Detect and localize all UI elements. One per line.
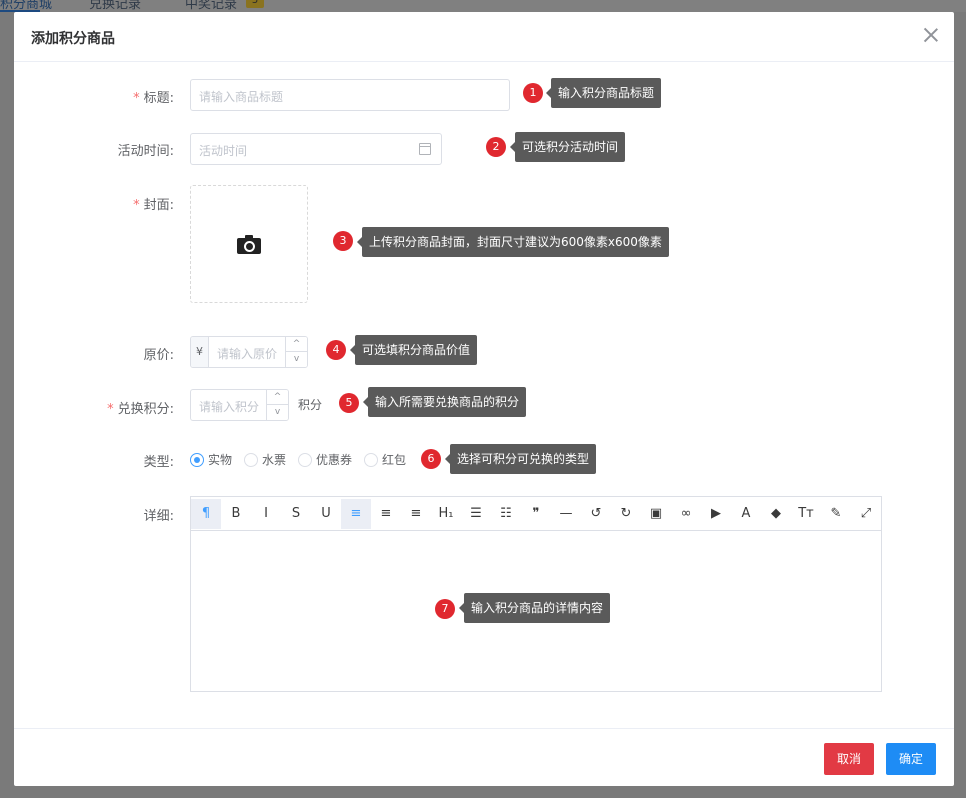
detail-label: 详细: [143, 509, 174, 524]
close-icon[interactable] [924, 28, 938, 42]
marker-6: 6 [421, 449, 441, 469]
quote-icon[interactable]: ❞ [521, 499, 551, 529]
radio-circle [298, 453, 312, 467]
radio-circle [244, 453, 258, 467]
dialog-footer: 取消 确定 [14, 728, 954, 786]
radio-circle [364, 453, 378, 467]
marker-2: 2 [486, 137, 506, 157]
background-tabs: 积分商城 兑换记录 中奖记录 5 [0, 0, 966, 12]
time-placeholder: 活动时间 [199, 144, 248, 158]
underline-icon[interactable]: U [311, 499, 341, 529]
cancel-button[interactable]: 取消 [824, 743, 874, 775]
title-label: * 标题: [133, 91, 174, 106]
align-left-icon[interactable]: ≡ [341, 499, 371, 529]
tip-6: 选择可积分可兑换的类型 [444, 444, 597, 474]
tip-3: 上传积分商品封面，封面尺寸建议为600像素x600像素 [357, 227, 669, 257]
time-label: 活动时间: [117, 144, 174, 159]
camera-icon [237, 235, 261, 254]
tip-4: 可选填积分商品价值 [349, 335, 478, 365]
font-color-icon[interactable]: A [731, 499, 761, 529]
points-input[interactable]: 请输入积分 ^ v [190, 389, 289, 421]
strikethrough-icon[interactable]: S [281, 499, 311, 529]
price-placeholder: 请输入原价 [217, 347, 278, 361]
radio-circle [190, 453, 204, 467]
required-mark: * [133, 198, 140, 213]
fullscreen-icon[interactable]: ⤢ [851, 499, 881, 529]
marker-1: 1 [523, 83, 543, 103]
decrease-icon[interactable]: v [267, 405, 288, 420]
align-right-icon[interactable]: ≡ [401, 499, 431, 529]
redo-icon[interactable]: ↻ [611, 499, 641, 529]
marker-5: 5 [339, 393, 359, 413]
price-label: 原价: [143, 348, 174, 363]
marker-4: 4 [326, 340, 346, 360]
marker-3: 3 [333, 231, 353, 251]
tip-7: 输入积分商品的详情内容 [458, 593, 611, 623]
tip-1: 输入积分商品标题 [545, 78, 662, 108]
dialog-header: 添加积分商品 [14, 12, 954, 62]
image-icon[interactable]: ▣ [641, 499, 671, 529]
italic-icon[interactable]: I [251, 499, 281, 529]
bullet-list-icon[interactable]: ☰ [461, 499, 491, 529]
type-label: 类型: [143, 455, 174, 470]
time-picker[interactable]: 活动时间 [190, 133, 442, 165]
required-mark: * [133, 91, 140, 106]
link-icon[interactable]: ∞ [671, 499, 701, 529]
marker-7: 7 [435, 599, 455, 619]
tab-exchange-records: 兑换记录 [89, 0, 142, 12]
dialog-title: 添加积分商品 [31, 31, 115, 47]
horizontal-rule-icon[interactable]: — [551, 499, 581, 529]
paragraph-icon[interactable]: ¶ [191, 499, 221, 529]
prize-count-badge: 5 [246, 0, 264, 8]
increase-icon[interactable]: ^ [267, 390, 288, 405]
price-input[interactable]: ¥ 请输入原价 ^ v [190, 336, 308, 368]
title-placeholder: 请输入商品标题 [199, 90, 284, 104]
cover-upload[interactable] [190, 185, 308, 303]
decrease-icon[interactable]: v [286, 352, 307, 367]
tab-prize-records: 中奖记录 [185, 0, 238, 12]
points-placeholder: 请输入积分 [199, 400, 260, 414]
price-stepper[interactable]: ^ v [285, 337, 307, 367]
tip-5: 输入所需要兑换商品的积分 [362, 387, 527, 417]
align-center-icon[interactable]: ≡ [371, 499, 401, 529]
confirm-button[interactable]: 确定 [886, 743, 936, 775]
points-stepper[interactable]: ^ v [266, 390, 288, 420]
points-label: * 兑换积分: [107, 402, 174, 417]
clear-format-icon[interactable]: ✎ [821, 499, 851, 529]
font-size-icon[interactable]: Tт [791, 499, 821, 529]
required-mark: * [107, 402, 114, 417]
increase-icon[interactable]: ^ [286, 337, 307, 352]
calendar-icon [419, 143, 431, 155]
add-points-product-dialog: 添加积分商品 * 标题: 请输入商品标题 1 输入积分商品标题 活动时间: 活动时… [14, 12, 954, 786]
editor-toolbar: ¶ B I S U ≡ ≡ ≡ H₁ ☰ ☷ ❞ — ↺ ↻ ▣ ∞ ▶ A ◆ Tт ✎ ⤢ [191, 497, 881, 531]
background-color-icon[interactable]: ◆ [761, 499, 791, 529]
yen-prefix: ¥ [191, 337, 209, 367]
video-icon[interactable]: ▶ [701, 499, 731, 529]
bold-icon[interactable]: B [221, 499, 251, 529]
undo-icon[interactable]: ↺ [581, 499, 611, 529]
heading-icon[interactable]: H₁ [431, 499, 461, 529]
title-input[interactable]: 请输入商品标题 [190, 79, 510, 111]
ordered-list-icon[interactable]: ☷ [491, 499, 521, 529]
cover-label: * 封面: [133, 198, 174, 213]
tip-2: 可选积分活动时间 [509, 132, 626, 162]
rich-text-editor[interactable]: ¶ B I S U ≡ ≡ ≡ H₁ ☰ ☷ ❞ — ↺ ↻ ▣ ∞ ▶ A ◆ Tт ✎ ⤢ 7 输入积分商品的详情内容 [190, 496, 882, 692]
points-unit: 积分 [298, 398, 323, 412]
